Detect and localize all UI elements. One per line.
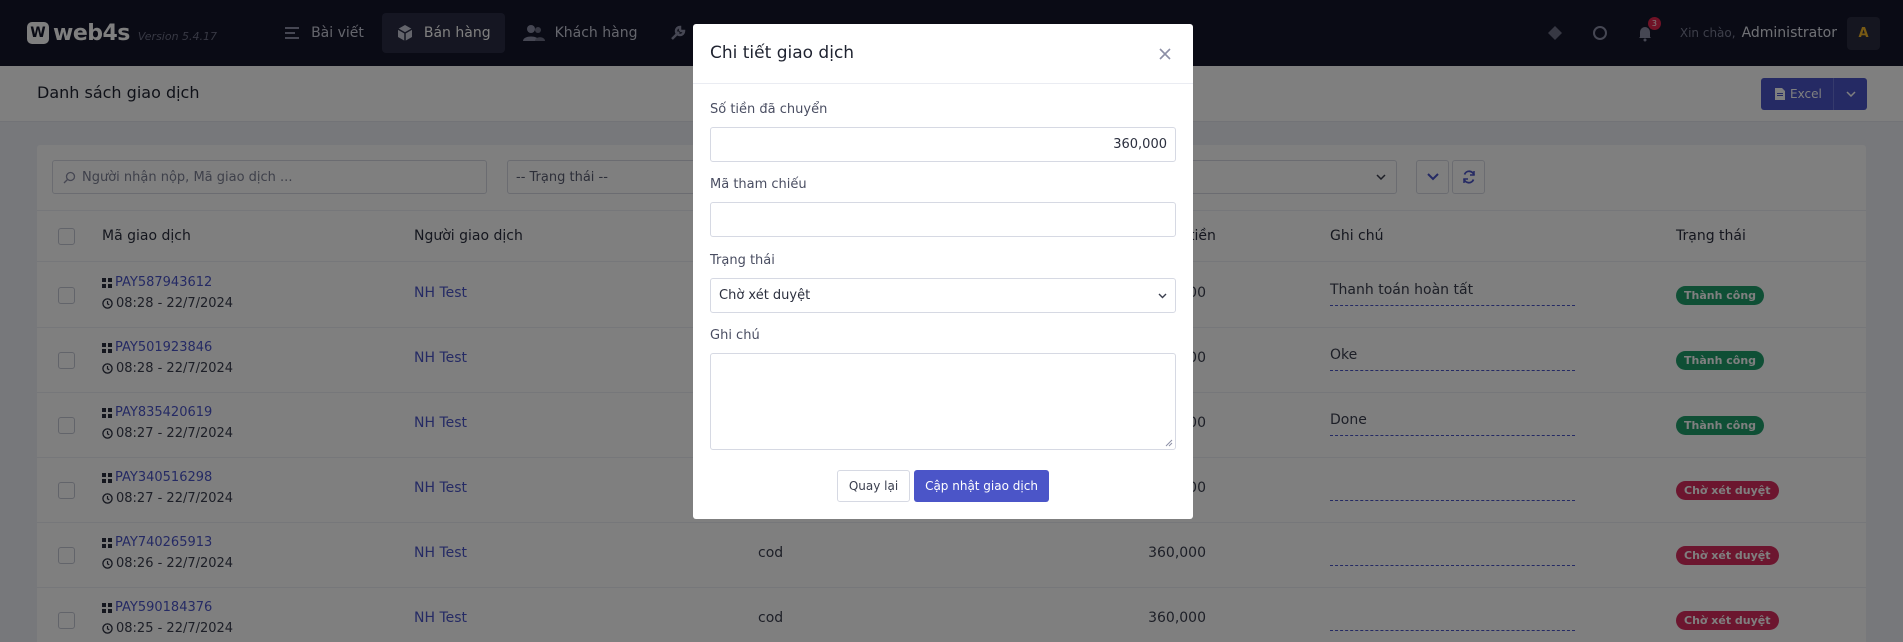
amount-value: 360,000 [1113, 137, 1167, 152]
status-select[interactable]: Chờ xét duyệt [710, 278, 1176, 313]
update-transaction-button[interactable]: Cập nhật giao dịch [914, 470, 1049, 502]
note-label: Ghi chú [710, 328, 760, 343]
amount-field[interactable]: 360,000 [710, 127, 1176, 162]
note-textarea[interactable] [710, 353, 1176, 450]
back-button[interactable]: Quay lại [837, 470, 910, 502]
chevron-down-icon [1158, 293, 1167, 298]
reference-field[interactable] [710, 202, 1176, 237]
modal-title: Chi tiết giao dịch [710, 43, 855, 63]
modal-header: Chi tiết giao dịch [693, 24, 1193, 84]
reference-label: Mã tham chiếu [710, 177, 807, 192]
transaction-detail-modal: Chi tiết giao dịch Số tiền đã chuyển 360… [693, 24, 1193, 519]
amount-label: Số tiền đã chuyển [710, 102, 828, 117]
close-icon[interactable] [1157, 46, 1173, 62]
resize-handle-icon[interactable] [1165, 439, 1173, 447]
status-label: Trạng thái [710, 253, 775, 268]
status-select-value: Chờ xét duyệt [719, 288, 811, 303]
